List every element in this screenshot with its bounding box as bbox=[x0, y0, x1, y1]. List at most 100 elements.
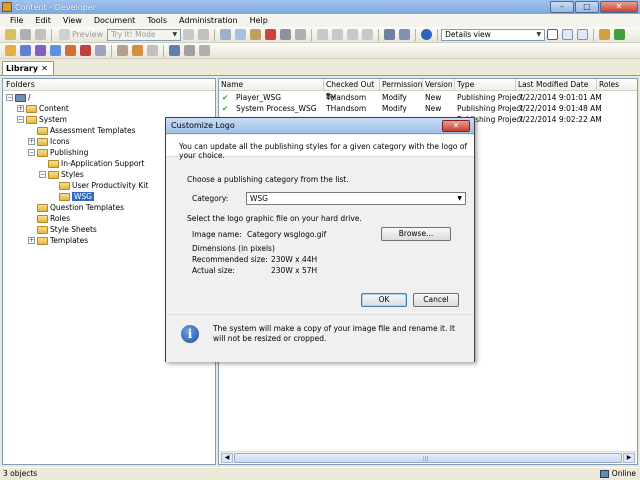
menu-edit[interactable]: Edit bbox=[29, 16, 57, 25]
tree-node-root[interactable]: − / bbox=[6, 92, 31, 103]
tree-node-roles[interactable]: Roles bbox=[37, 213, 70, 224]
close-tab-icon[interactable]: ✕ bbox=[41, 64, 48, 73]
publish-icon[interactable] bbox=[169, 45, 180, 56]
category-select[interactable]: WSG ▼ bbox=[246, 192, 466, 205]
checkin-icon[interactable] bbox=[183, 29, 195, 40]
new-section-icon[interactable] bbox=[35, 45, 46, 56]
undo-icon[interactable] bbox=[317, 29, 329, 40]
collapse-icon[interactable]: − bbox=[6, 94, 13, 101]
row-version: New bbox=[425, 93, 442, 102]
cut-icon[interactable] bbox=[220, 29, 232, 40]
new-module-icon[interactable] bbox=[20, 45, 31, 56]
menu-help[interactable]: Help bbox=[244, 16, 274, 25]
split-view-icon[interactable] bbox=[562, 29, 574, 40]
search-icon[interactable] bbox=[399, 29, 411, 40]
new-folder-icon[interactable] bbox=[5, 29, 16, 40]
new-glossary-icon[interactable] bbox=[95, 45, 106, 56]
close-button[interactable]: ✕ bbox=[600, 1, 638, 13]
ok-button[interactable]: OK bbox=[361, 293, 407, 307]
view-combo[interactable]: Details view ▼ bbox=[441, 28, 546, 41]
delete-icon[interactable] bbox=[265, 29, 277, 40]
open-folder-icon[interactable] bbox=[599, 29, 611, 40]
column-header-last-modified[interactable]: Last Modified Date bbox=[516, 79, 597, 91]
menu-document[interactable]: Document bbox=[88, 16, 141, 25]
new-package-icon[interactable] bbox=[80, 45, 91, 56]
menu-tools[interactable]: Tools bbox=[141, 16, 173, 25]
tree-node-in-application-support[interactable]: In-Application Support bbox=[48, 158, 144, 169]
new-web-page-icon[interactable] bbox=[65, 45, 76, 56]
print-icon[interactable] bbox=[35, 29, 46, 40]
table-row[interactable]: ✔ Player_WSG THandsom Modify New Publish… bbox=[219, 92, 637, 103]
export-icon[interactable] bbox=[184, 45, 195, 56]
tree-node-content[interactable]: + Content bbox=[17, 103, 69, 114]
find-icon[interactable] bbox=[295, 29, 307, 40]
scrollbar-thumb[interactable]: ||| bbox=[234, 453, 622, 463]
tree-node-label: Styles bbox=[61, 170, 84, 179]
move-down-icon[interactable] bbox=[362, 29, 374, 40]
scroll-left-icon[interactable]: ◀ bbox=[221, 453, 233, 463]
import-icon[interactable] bbox=[199, 45, 210, 56]
library-tab[interactable]: Library ✕ bbox=[2, 61, 54, 75]
preview-button[interactable]: Preview bbox=[55, 29, 107, 40]
menu-administration[interactable]: Administration bbox=[173, 16, 244, 25]
category-select-value: WSG bbox=[250, 194, 268, 203]
column-header-name[interactable]: Name bbox=[219, 79, 324, 91]
maximize-button[interactable]: □ bbox=[575, 1, 599, 13]
dialog-intro-text: You can update all the publishing styles… bbox=[166, 135, 474, 160]
expand-icon[interactable]: + bbox=[28, 138, 35, 145]
expand-icon[interactable]: + bbox=[17, 105, 24, 112]
refresh-icon[interactable] bbox=[614, 29, 626, 40]
mode-combo[interactable]: Try It! Mode ▼ bbox=[107, 28, 182, 41]
column-header-type[interactable]: Type bbox=[455, 79, 516, 91]
save-icon[interactable] bbox=[20, 29, 31, 40]
tree-node-wsg[interactable]: WSG bbox=[59, 191, 94, 202]
help-icon[interactable] bbox=[421, 29, 433, 40]
link-icon[interactable] bbox=[117, 45, 128, 56]
tree-node-icons[interactable]: + Icons bbox=[28, 136, 70, 147]
tree-node-label: User Productivity Kit bbox=[72, 181, 149, 190]
menu-view[interactable]: View bbox=[57, 16, 88, 25]
record-icon[interactable] bbox=[132, 45, 143, 56]
spell-check-icon[interactable] bbox=[384, 29, 396, 40]
copy-icon[interactable] bbox=[235, 29, 247, 40]
redo-icon[interactable] bbox=[332, 29, 344, 40]
collapse-icon[interactable]: − bbox=[39, 171, 46, 178]
new-document-icon[interactable] bbox=[5, 45, 16, 56]
scroll-right-icon[interactable]: ▶ bbox=[623, 453, 635, 463]
properties-icon[interactable] bbox=[280, 29, 292, 40]
outline-icon[interactable] bbox=[147, 45, 158, 56]
folder-icon bbox=[26, 115, 37, 124]
new-topic-icon[interactable] bbox=[50, 45, 61, 56]
tree-node-question-templates[interactable]: Question Templates bbox=[37, 202, 124, 213]
tree-node-assessment-templates[interactable]: Assessment Templates bbox=[37, 125, 136, 136]
browse-button[interactable]: Browse... bbox=[381, 227, 451, 241]
table-row[interactable]: ✔ System Process_WSG THandsom Modify New… bbox=[219, 103, 637, 114]
paste-icon[interactable] bbox=[250, 29, 262, 40]
tree-node-styles[interactable]: − Styles bbox=[39, 169, 84, 180]
collapse-icon[interactable]: − bbox=[17, 116, 24, 123]
move-up-icon[interactable] bbox=[347, 29, 359, 40]
dimensions-label: Dimensions (in pixels) bbox=[192, 244, 275, 253]
collapse-icon[interactable]: − bbox=[28, 149, 35, 156]
column-header-roles[interactable]: Roles bbox=[597, 79, 637, 91]
tree-node-templates[interactable]: + Templates bbox=[28, 235, 88, 246]
tree-node-system[interactable]: − System bbox=[17, 114, 67, 125]
menu-file[interactable]: File bbox=[4, 16, 29, 25]
horizontal-scrollbar[interactable]: ◀ ||| ▶ bbox=[220, 451, 636, 463]
toolbar-separator bbox=[378, 28, 380, 41]
minimize-button[interactable]: – bbox=[550, 1, 574, 13]
tree-node-user-productivity-kit[interactable]: User Productivity Kit bbox=[59, 180, 148, 191]
details-view-icon[interactable] bbox=[547, 29, 559, 40]
dialog-close-button[interactable]: ✕ bbox=[442, 120, 470, 132]
outline-view-icon[interactable] bbox=[577, 29, 589, 40]
tree-node-style-sheets[interactable]: Style Sheets bbox=[37, 224, 97, 235]
column-header-permission[interactable]: Permission bbox=[380, 79, 423, 91]
expand-icon[interactable]: + bbox=[28, 237, 35, 244]
chevron-down-icon: ▼ bbox=[536, 31, 542, 38]
cancel-button[interactable]: Cancel bbox=[413, 293, 459, 307]
column-header-checked-out-by[interactable]: Checked Out By bbox=[324, 79, 380, 101]
column-header-version[interactable]: Version bbox=[423, 79, 455, 91]
folder-icon bbox=[37, 214, 48, 223]
tree-node-publishing[interactable]: − Publishing bbox=[28, 147, 88, 158]
checkout-icon[interactable] bbox=[198, 29, 210, 40]
